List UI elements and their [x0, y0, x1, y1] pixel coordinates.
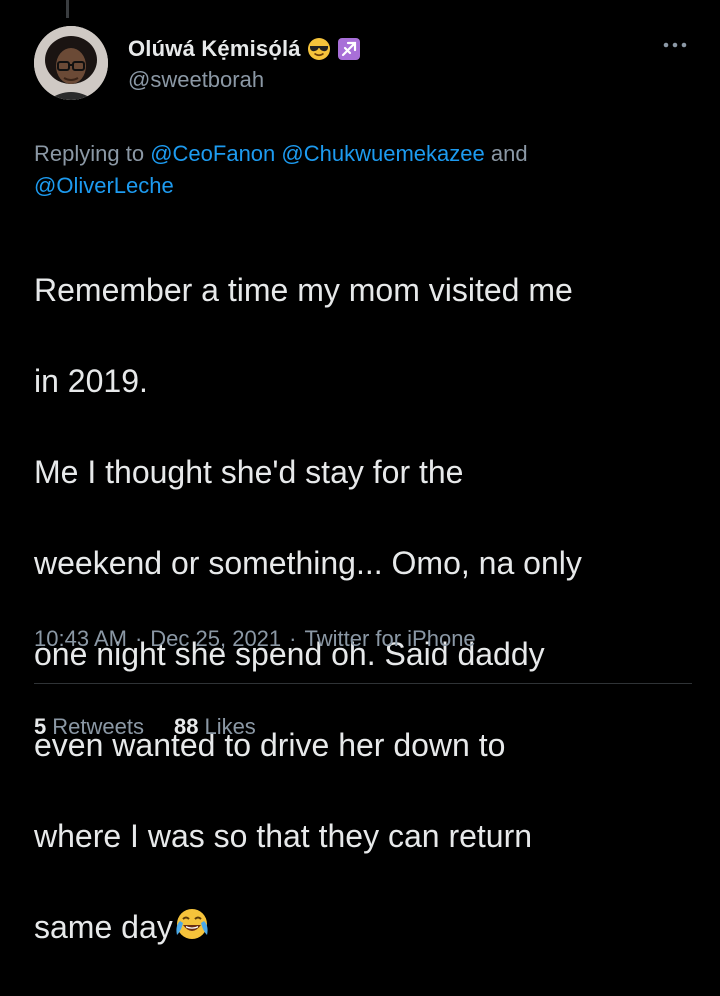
retweets-stat[interactable]: 5 Retweets — [34, 714, 144, 740]
smiling-face-with-sunglasses-icon — [307, 37, 331, 61]
tweet-text-line: where I was so that they can return — [34, 817, 533, 854]
divider — [34, 683, 692, 684]
sagittarius-icon — [337, 37, 361, 61]
meta-separator: · — [134, 626, 143, 651]
replying-to: Replying to @CeoFanon @Chukwuemekazee an… — [34, 138, 674, 202]
tweet-text-last-line: same day — [34, 905, 694, 951]
likes-label: Likes — [204, 714, 256, 739]
display-name[interactable]: Olúwá Kẹ́misọ́lá — [128, 36, 301, 62]
tweet-stats: 5 Retweets 88 Likes — [34, 714, 256, 740]
tweet-time[interactable]: 10:43 AM — [34, 626, 127, 652]
retweets-count: 5 — [34, 714, 47, 739]
replying-joiner: and — [490, 141, 528, 166]
likes-count: 88 — [173, 714, 199, 739]
user-handle[interactable]: @sweetborah — [128, 67, 361, 93]
mention-link-oliverleche[interactable]: @OliverLeche — [34, 173, 174, 198]
more-options-icon[interactable] — [660, 38, 690, 52]
tweet-text: Remember a time my mom visited me in 201… — [34, 222, 694, 996]
replying-prefix: Replying to — [34, 141, 145, 166]
tweet-source[interactable]: Twitter for iPhone — [304, 626, 475, 652]
tweet-header: Olúwá Kẹ́misọ́lá @sweetborah — [34, 26, 690, 110]
tweet-text-line: Me I thought she'd stay for the — [34, 453, 464, 490]
meta-separator: · — [289, 626, 297, 651]
tweet-date[interactable]: Dec 25, 2021 — [150, 626, 281, 652]
thread-connector-line — [66, 0, 69, 18]
likes-stat[interactable]: 88 Likes — [174, 714, 256, 740]
mention-link-ceofanon[interactable]: @CeoFanon — [150, 141, 275, 166]
retweets-label: Retweets — [52, 714, 144, 739]
mention-link-chukwuemekazee[interactable]: @Chukwuemekazee — [281, 141, 484, 166]
avatar-photo — [34, 26, 108, 100]
tweet-metadata: 10:43 AM · Dec 25, 2021 · Twitter for iP… — [34, 626, 476, 652]
tweet-text-line: weekend or something... Omo, na only — [34, 544, 582, 581]
face-with-tears-of-joy-icon — [174, 906, 210, 942]
tweet-text-line: Remember a time my mom visited me — [34, 271, 573, 308]
tweet-text-line: same day — [34, 908, 173, 945]
tweet-text-line: in 2019. — [34, 362, 148, 399]
avatar[interactable] — [34, 26, 108, 100]
